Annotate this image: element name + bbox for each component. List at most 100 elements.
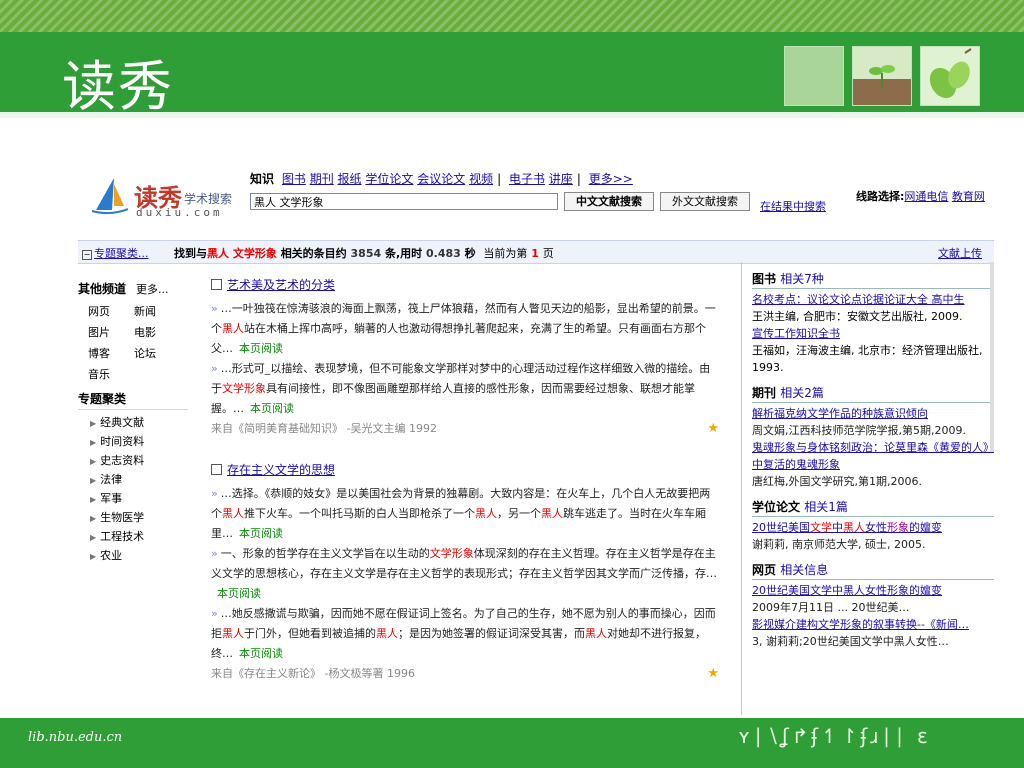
select-checkbox[interactable] (211, 279, 222, 290)
collapse-icon: − (82, 250, 92, 260)
read-page-link[interactable]: 本页阅读 (250, 402, 294, 415)
topic-item[interactable]: ▶ 军事 (90, 490, 188, 506)
topic-item[interactable]: ▶ 经典文献 (90, 414, 188, 430)
topic-item[interactable]: ▶ 时间资料 (90, 433, 188, 449)
title-underline (0, 112, 1024, 118)
tab-newspapers[interactable]: 报纸 (338, 172, 362, 186)
special-topics-link[interactable]: 专题聚类... (94, 247, 149, 260)
topic-item[interactable]: ▶ 法律 (90, 471, 188, 487)
chinese-search-button[interactable]: 中文文献搜索 (564, 192, 654, 211)
scrollbar[interactable] (990, 262, 994, 452)
related-book-meta: 王福如，汪海波主编, 北京市：经济管理出版社, 1993. (752, 344, 983, 374)
tab-theses[interactable]: 学位论文 (365, 172, 413, 186)
logo-text-en: duxiu.com (136, 206, 223, 219)
triangle-right-icon: ▶ (90, 476, 97, 485)
topic-clusters-heading: 专题聚类 (78, 390, 188, 410)
related-journal-link[interactable]: 解析福克纳文学作品的种族意识倾向 (752, 407, 928, 420)
category-tabs: 知识 图书 期刊 报纸 学位论文 会议论文 视频 | 电子书 讲座 | 更多>> (250, 170, 633, 187)
topic-item[interactable]: ▶ 农业 (90, 547, 188, 563)
result-source: 来自《存在主义新论》 -杨文极等著 1996 ★ (211, 664, 719, 684)
channel-grid: 网页 新闻 图片 电影 博客 论坛 音乐 (88, 303, 188, 382)
related-resources-panel: 图书 相关7种 名校考点：议论文论点论据论证大全 高中生 王洪主编, 合肥市：安… (741, 262, 994, 715)
seedling-photo (852, 46, 912, 106)
route-option-edu[interactable]: 教育网 (952, 190, 985, 203)
related-journal-link[interactable]: 鬼魂形象与身体铭刻政治：论莫里森《黄爱的人》中复活的鬼魂形象 (752, 441, 994, 471)
related-book-link[interactable]: 名校考点：议论文论点论据论证大全 高中生 (752, 293, 965, 306)
topic-item[interactable]: ▶ 生物医学 (90, 509, 188, 525)
triangle-right-icon: ▶ (90, 514, 97, 523)
related-books-heading[interactable]: 图书 相关7种 (752, 270, 994, 289)
related-book-link[interactable]: 宣传工作知识全书 (752, 327, 840, 340)
related-book-meta: 王洪主编, 合肥市：安徽文艺出版社, 2009. (752, 310, 963, 323)
related-journal-meta: 周文娟,江西科技师范学院学报,第5期,2009. (752, 424, 966, 437)
read-page-link[interactable]: 本页阅读 (217, 587, 261, 600)
tab-separator: | (576, 172, 581, 186)
footer-decoration: ʏ∣∖ʆ↱ʄ↿↾ʄɹ∣∣ ɛ (738, 724, 931, 748)
tab-video[interactable]: 视频 (469, 172, 493, 186)
upload-document-link[interactable]: 文献上传 (938, 245, 982, 261)
route-option-telecom[interactable]: 网通电信 (904, 190, 948, 203)
sailboat-logo-icon (91, 178, 129, 215)
duxiu-logo: 读秀 学术搜索 duxiu.com (86, 172, 236, 222)
other-channels-heading: 其他频道 更多... (78, 282, 169, 296)
related-journals-heading[interactable]: 期刊 相关2篇 (752, 384, 994, 403)
route-label: 线路选择: (856, 190, 905, 203)
result-source: 来自《简明美育基础知识》 -吴光文主编 1992 ★ (211, 419, 719, 439)
channel-news[interactable]: 新闻 (134, 303, 180, 319)
related-thesis-meta: 谢莉莉, 南京师范大学, 硕士, 2005. (752, 538, 926, 551)
result-list: 艺术美及艺术的分类 » …一叶独筏在惊涛骇浪的海面上飘荡，筏上尸体狼藉，然而有人瞥… (211, 276, 719, 684)
foreign-search-button[interactable]: 外文文献搜索 (660, 192, 750, 211)
result-title-link[interactable]: 存在主义文学的思想 (227, 463, 335, 477)
route-selector: 线路选择:网通电信 教育网 (856, 188, 985, 204)
top-decorative-strip (0, 0, 1024, 32)
double-arrow-icon: » (211, 362, 218, 375)
related-web-link[interactable]: 20世纪美国文学中黑人女性形象的嬗变 (752, 584, 942, 597)
tab-more[interactable]: 更多>> (589, 172, 633, 186)
triangle-right-icon: ▶ (90, 552, 97, 561)
related-books: 图书 相关7种 名校考点：议论文论点论据论证大全 高中生 王洪主编, 合肥市：安… (752, 270, 994, 376)
select-checkbox[interactable] (211, 464, 222, 475)
result-title-link[interactable]: 艺术美及艺术的分类 (227, 278, 335, 292)
related-web-heading[interactable]: 网页 相关信息 (752, 561, 994, 580)
search-input[interactable] (250, 193, 558, 210)
related-theses-heading[interactable]: 学位论文 相关1篇 (752, 498, 994, 517)
read-page-link[interactable]: 本页阅读 (239, 527, 283, 540)
result-snippet: » …她反感撒谎与欺骗，因而她不愿在假证词上签名。为了自己的生存，她不愿为别人的事… (211, 607, 716, 660)
footer-url: lib.nbu.edu.cn (28, 730, 123, 745)
result-item: 艺术美及艺术的分类 » …一叶独筏在惊涛骇浪的海面上飘荡，筏上尸体狼藉，然而有人瞥… (211, 276, 719, 439)
channels-more-link[interactable]: 更多... (136, 283, 169, 296)
topic-item[interactable]: ▶ 史志资料 (90, 452, 188, 468)
read-page-link[interactable]: 本页阅读 (239, 342, 283, 355)
star-icon[interactable]: ★ (707, 664, 719, 684)
read-page-link[interactable]: 本页阅读 (239, 647, 283, 660)
triangle-right-icon: ▶ (90, 457, 97, 466)
tab-knowledge[interactable]: 知识 (250, 172, 274, 186)
channel-forums[interactable]: 论坛 (134, 345, 180, 361)
channel-music[interactable]: 音乐 (88, 366, 134, 382)
related-web-meta: 2009年7月11日 ... 20世纪美… (752, 601, 910, 614)
special-topics-toggle[interactable]: − 专题聚类... (82, 245, 149, 261)
channel-blogs[interactable]: 博客 (88, 345, 134, 361)
decor-square-plain (784, 46, 844, 106)
double-arrow-icon: » (211, 302, 218, 315)
channel-images[interactable]: 图片 (88, 324, 134, 340)
double-arrow-icon: » (211, 547, 218, 560)
result-stats: 找到与黑人 文学形象 相关的条目约 3854 条,用时 0.483 秒 当前为第… (174, 247, 554, 260)
channel-web[interactable]: 网页 (88, 303, 134, 319)
channel-movies[interactable]: 电影 (134, 324, 180, 340)
tab-books[interactable]: 图书 (282, 172, 306, 186)
tab-ebooks[interactable]: 电子书 (509, 172, 545, 186)
double-arrow-icon: » (211, 607, 218, 620)
related-web-link[interactable]: 影视媒介建构文学形象的叙事转换--《新闻… (752, 618, 969, 631)
topic-item[interactable]: ▶ 工程技术 (90, 528, 188, 544)
related-web-meta: 3, 谢莉莉;20世纪美国文学中黑人女性… (752, 635, 949, 648)
search-within-results-link[interactable]: 在结果中搜索 (760, 198, 826, 214)
slide-title: 读秀 (62, 55, 174, 118)
duxiu-search-screenshot: 读秀 学术搜索 duxiu.com 知识 图书 期刊 报纸 学位论文 会议论文 … (78, 160, 994, 715)
star-icon[interactable]: ★ (707, 419, 719, 439)
tab-journals[interactable]: 期刊 (310, 172, 334, 186)
slide-footer-bar: lib.nbu.edu.cn ʏ∣∖ʆ↱ʄ↿↾ʄɹ∣∣ ɛ (0, 718, 1024, 768)
related-thesis-link[interactable]: 20世纪美国文学中黑人女性形象的嬗变 (752, 521, 942, 534)
tab-conference[interactable]: 会议论文 (417, 172, 465, 186)
tab-lectures[interactable]: 讲座 (549, 172, 573, 186)
